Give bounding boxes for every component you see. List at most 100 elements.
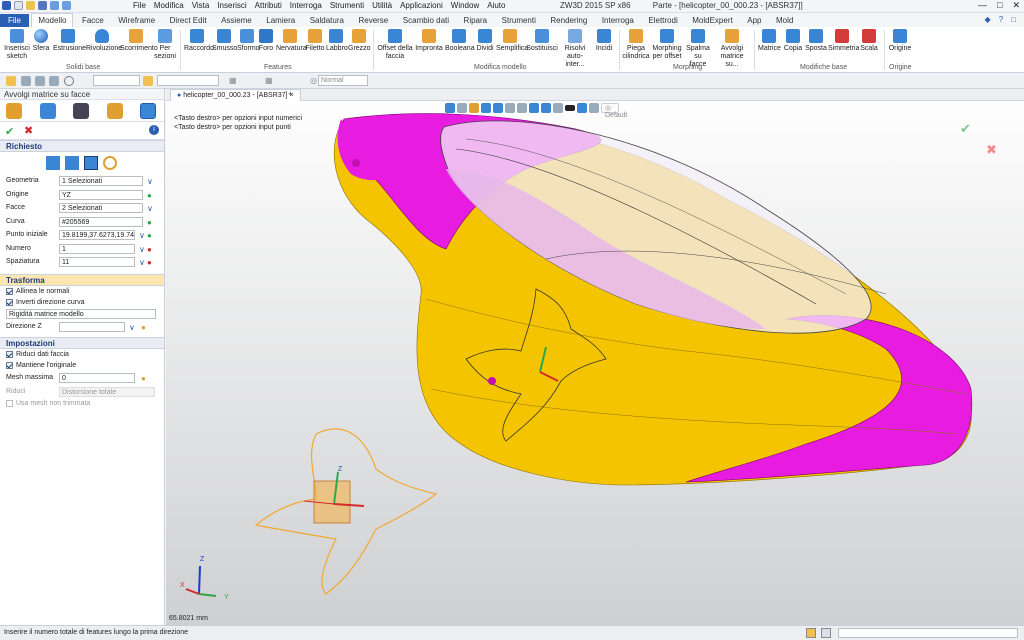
tab-moldexpert[interactable]: MoldExpert (686, 14, 738, 28)
cylindrical-bend-button[interactable]: Piega cilindrica (622, 29, 650, 61)
menu-item[interactable]: Strumenti (330, 1, 364, 10)
menu-item[interactable]: Utilità (372, 1, 392, 10)
pick-icon[interactable]: ● (147, 229, 152, 242)
face-offset-button[interactable]: Offset della faccia (377, 29, 413, 61)
pick-filter-icon[interactable] (6, 76, 16, 86)
circular-pattern-icon[interactable] (65, 156, 79, 170)
faces-input[interactable]: 2 Selezionati (59, 203, 143, 213)
boolean-button[interactable]: Booleana (445, 29, 475, 53)
status-grid-icon[interactable] (821, 628, 831, 638)
graphics-viewport[interactable]: ● helicopter_00_000.23 - [ABSR37] × + ◎ … (166, 89, 1024, 625)
open-icon[interactable] (26, 1, 35, 10)
pattern-tab-icon[interactable] (140, 103, 156, 119)
maximize-icon[interactable]: □ (997, 0, 1002, 11)
spread-on-faces-button[interactable]: Spalma su facce (685, 29, 711, 69)
tab-rendering[interactable]: Rendering (544, 14, 593, 28)
tab-interroga[interactable]: Interroga (596, 14, 640, 28)
menu-item[interactable]: File (133, 1, 146, 10)
move-button[interactable]: Sposta (805, 29, 827, 53)
max-mesh-input[interactable]: 0 (59, 373, 135, 383)
menu-item[interactable]: Applicazioni (400, 1, 443, 10)
engrave-button[interactable]: Incidi (594, 29, 614, 53)
start-point-input[interactable]: 19.8199,37.6273,19.74 (59, 230, 135, 240)
help-icon[interactable]: ? (999, 15, 1003, 24)
tab-file[interactable]: File (0, 14, 29, 28)
split-button[interactable]: Dividi (475, 29, 495, 53)
pattern-button[interactable]: Matrice (758, 29, 781, 53)
number-input[interactable]: 1 (59, 243, 135, 254)
app-icon[interactable] (2, 1, 11, 10)
redo-icon[interactable] (62, 1, 71, 10)
stock-button[interactable]: Grezzo (348, 29, 371, 53)
align-normals-checkbox[interactable]: Allinea le normali (0, 286, 164, 297)
hole-button[interactable]: Foro (258, 29, 274, 53)
tab-lamiera[interactable]: Lamiera (260, 14, 301, 28)
copy-button[interactable]: Copia (783, 29, 803, 53)
snap-icon[interactable] (21, 76, 31, 86)
tab-facce[interactable]: Facce (76, 14, 110, 28)
wrap-pattern-button[interactable]: Avvolgi matrice su... (714, 29, 750, 69)
tab-direct-edit[interactable]: Direct Edit (164, 14, 213, 28)
curve-pattern-icon[interactable] (84, 156, 98, 170)
tab-scambio-dati[interactable]: Scambio dati (397, 14, 455, 28)
grid-icon[interactable] (35, 76, 45, 86)
minimize-icon[interactable]: — (978, 0, 987, 11)
sweep-button[interactable]: Scorrimento (120, 29, 158, 53)
imprint-button[interactable]: Impronta (415, 29, 443, 53)
pick-dropdown[interactable] (157, 75, 219, 86)
tab-app[interactable]: App (741, 14, 767, 28)
save-icon[interactable] (38, 1, 47, 10)
surface-pattern-icon[interactable] (103, 156, 117, 170)
mirror-button[interactable]: Simmetria (828, 29, 860, 53)
expand-icon[interactable]: ∨ (139, 256, 145, 269)
filter-icon[interactable] (143, 76, 153, 86)
checkbox-box[interactable] (6, 351, 13, 358)
expand-icon[interactable]: ∨ (139, 229, 145, 242)
rib-button[interactable]: Nervatura (276, 29, 307, 53)
expand-icon[interactable]: ∨ (147, 175, 153, 188)
menu-item[interactable]: Interroga (290, 1, 322, 10)
checkbox-box[interactable] (6, 362, 13, 369)
command-input[interactable] (838, 628, 1018, 638)
linear-pattern-icon[interactable] (46, 156, 60, 170)
normal-dropdown[interactable]: Normal (318, 75, 368, 86)
draft-button[interactable]: Sformo (237, 29, 260, 53)
replace-button[interactable]: Sostituisci (526, 29, 558, 53)
tab-elettrodi[interactable]: Elettrodi (642, 14, 683, 28)
sphere-button[interactable]: Sfera (31, 29, 51, 53)
origin-button[interactable]: Origine (888, 29, 912, 53)
geometry-input[interactable]: 1 Selezionati (59, 176, 143, 186)
vector-icon[interactable]: ● (141, 321, 146, 334)
history-tab-icon[interactable] (6, 103, 22, 119)
lip-button[interactable]: Labbro (326, 29, 348, 53)
keep-original-checkbox[interactable]: Mantiene l'originale (0, 360, 164, 371)
extrude-button[interactable]: Estrusione (53, 29, 86, 53)
simplify-button[interactable]: Semplifica (496, 29, 528, 53)
menu-item[interactable]: Modifica (154, 1, 184, 10)
expand-icon[interactable]: ∨ (139, 243, 145, 256)
loft-button[interactable]: Per sezioni (154, 29, 176, 61)
variable-icon[interactable]: ● (147, 243, 152, 256)
variable-icon[interactable]: ● (141, 372, 146, 385)
tab-ripara[interactable]: Ripara (458, 14, 494, 28)
tab-saldatura[interactable]: Saldatura (304, 14, 350, 28)
menu-item[interactable]: Attributi (255, 1, 282, 10)
ok-icon[interactable]: ✔ (5, 125, 14, 138)
rigidity-select[interactable]: Rigidità matrice modello (6, 308, 156, 319)
undo-icon[interactable] (50, 1, 59, 10)
menu-item[interactable]: Aiuto (487, 1, 505, 10)
tab-assieme[interactable]: Assieme (215, 14, 258, 28)
filter-dropdown[interactable] (93, 75, 140, 86)
spacing-input[interactable]: 11 (59, 257, 135, 267)
resolve-self-intersect-button[interactable]: Risolvi auto-inter... (559, 29, 591, 69)
expand-icon[interactable]: ∨ (147, 202, 153, 215)
section-required[interactable]: Richiesto (0, 140, 164, 152)
circle-icon[interactable] (64, 76, 74, 86)
reduce-face-data-checkbox[interactable]: Riduci dati faccia (0, 349, 164, 360)
layer-tab-icon[interactable] (107, 103, 123, 119)
variable-icon[interactable]: ● (147, 256, 152, 269)
section-transform[interactable]: Trasforma (0, 273, 164, 286)
restore-icon[interactable]: □ (1011, 15, 1016, 24)
tab-mold[interactable]: Mold (770, 14, 799, 28)
direction-z-input[interactable] (59, 321, 125, 332)
